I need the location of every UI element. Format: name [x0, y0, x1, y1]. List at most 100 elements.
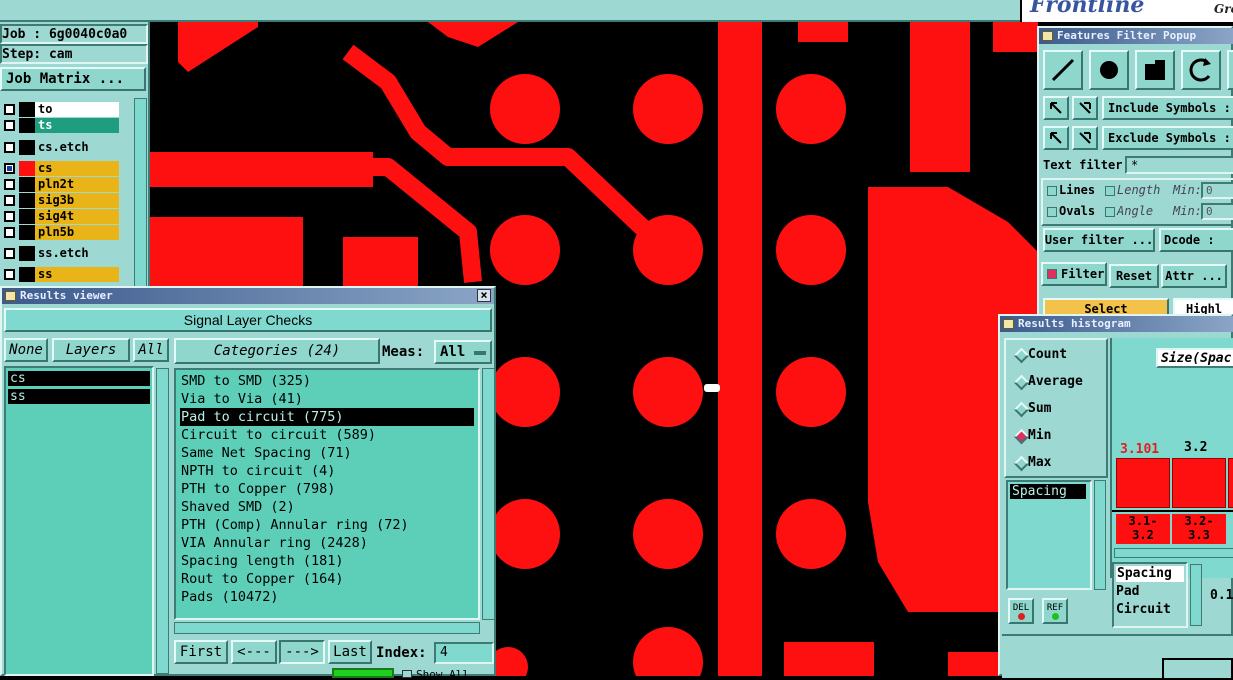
- include-symbols-button[interactable]: Include Symbols :: [1102, 96, 1233, 120]
- category-item[interactable]: Shaved SMD (2): [180, 498, 295, 516]
- show-all-checkbox[interactable]: [402, 670, 412, 678]
- mode-radio[interactable]: [1013, 401, 1030, 418]
- category-item[interactable]: PTH (Comp) Annular ring (72): [180, 516, 409, 534]
- layer-name[interactable]: sig3b: [35, 193, 119, 208]
- prev-button[interactable]: <---: [231, 640, 277, 664]
- results-layer-item[interactable]: ss: [8, 389, 150, 404]
- length-min-input[interactable]: 0: [1201, 182, 1233, 199]
- layer-checkbox[interactable]: [4, 142, 15, 153]
- layer-row[interactable]: sig4t: [2, 209, 120, 224]
- layer-name[interactable]: ss.etch: [35, 246, 119, 261]
- histogram-bar[interactable]: [1116, 458, 1170, 508]
- attr-button[interactable]: Attr ...: [1161, 264, 1227, 288]
- layer-row[interactable]: cs: [2, 161, 120, 176]
- layer-name[interactable]: ts: [35, 118, 119, 133]
- histogram-bar[interactable]: [1228, 458, 1233, 508]
- close-icon[interactable]: ×: [477, 289, 491, 302]
- category-item[interactable]: Rout to Copper (164): [180, 570, 344, 588]
- angle-min-input[interactable]: 0: [1201, 203, 1233, 220]
- layer-name[interactable]: to: [35, 102, 119, 117]
- results-layer-item[interactable]: cs: [8, 371, 150, 386]
- category-item[interactable]: Via to Via (41): [180, 390, 303, 408]
- layer-checkbox[interactable]: [4, 195, 15, 206]
- exclude-arrow2-button[interactable]: [1072, 126, 1098, 150]
- results-layer-scrollbar[interactable]: [156, 368, 169, 674]
- user-filter-button[interactable]: User filter ...: [1043, 228, 1155, 252]
- angle-checkbox[interactable]: [1105, 207, 1115, 217]
- category-item[interactable]: NPTH to circuit (4): [180, 462, 335, 480]
- first-button[interactable]: First: [174, 640, 228, 664]
- text-tool-button[interactable]: [1227, 50, 1233, 90]
- include-arrow2-button[interactable]: [1072, 96, 1098, 120]
- layer-checkbox[interactable]: [4, 104, 15, 115]
- job-matrix-button[interactable]: Job Matrix ...: [0, 67, 146, 91]
- category-item[interactable]: Pad to circuit (775): [180, 408, 474, 426]
- layer-name[interactable]: ss: [35, 267, 119, 282]
- layer-row[interactable]: cs.etch: [2, 140, 120, 155]
- none-button[interactable]: None: [4, 338, 48, 362]
- next-button[interactable]: --->: [279, 640, 325, 664]
- category-list-hscrollbar[interactable]: [174, 622, 480, 634]
- include-arrow-button[interactable]: [1043, 96, 1069, 120]
- layer-name[interactable]: cs: [35, 161, 119, 176]
- layer-row[interactable]: ts: [2, 118, 120, 133]
- layer-row[interactable]: ss: [2, 267, 120, 282]
- layer-checkbox[interactable]: [4, 120, 15, 131]
- layer-checkbox[interactable]: [4, 179, 15, 190]
- layer-name[interactable]: sig4t: [35, 209, 119, 224]
- category-item[interactable]: Circuit to circuit (589): [180, 426, 376, 444]
- layer-checkbox[interactable]: [4, 248, 15, 259]
- category-item[interactable]: Pads (10472): [180, 588, 279, 606]
- line-tool-button[interactable]: [1043, 50, 1083, 90]
- histogram-bar[interactable]: [1172, 458, 1226, 508]
- reset-button[interactable]: Reset: [1109, 264, 1159, 288]
- layer-name[interactable]: pln5b: [35, 225, 119, 240]
- measure-item[interactable]: Spacing: [1010, 484, 1086, 499]
- text-filter-input[interactable]: *: [1125, 156, 1233, 174]
- mode-radio[interactable]: [1013, 347, 1030, 364]
- axis-dropdown[interactable]: Size(Spac: [1156, 348, 1233, 368]
- arc-tool-button[interactable]: [1181, 50, 1221, 90]
- mode-radio[interactable]: [1013, 428, 1030, 445]
- layer-checkbox[interactable]: [4, 163, 15, 174]
- histogram-hscrollbar[interactable]: [1114, 548, 1233, 558]
- length-label: Length: [1117, 183, 1161, 197]
- layer-name[interactable]: pln2t: [35, 177, 119, 192]
- layer-row[interactable]: pln5b: [2, 225, 120, 240]
- ref-button[interactable]: REF: [1042, 598, 1068, 624]
- del-button[interactable]: DEL: [1008, 598, 1034, 624]
- category-item[interactable]: SMD to SMD (325): [180, 372, 311, 390]
- category-item[interactable]: Spacing length (181): [180, 552, 344, 570]
- layer-list-scrollbar[interactable]: [134, 98, 147, 288]
- category-item[interactable]: Same Net Spacing (71): [180, 444, 352, 462]
- pad-tool-button[interactable]: [1089, 50, 1129, 90]
- all-layers-button[interactable]: All: [133, 338, 169, 362]
- exclude-arrow-button[interactable]: [1043, 126, 1069, 150]
- mode-radio[interactable]: [1013, 455, 1030, 472]
- layer-checkbox[interactable]: [4, 269, 15, 280]
- dcode-button[interactable]: Dcode :: [1159, 228, 1233, 252]
- measure-list-scrollbar[interactable]: [1094, 480, 1106, 590]
- category-list-scrollbar[interactable]: [482, 368, 495, 620]
- filter-toggle[interactable]: Filter: [1041, 262, 1107, 286]
- ovals-checkbox[interactable]: [1047, 207, 1057, 217]
- layer-checkbox[interactable]: [4, 227, 15, 238]
- category-item[interactable]: PTH to Copper (798): [180, 480, 335, 498]
- lines-checkbox[interactable]: [1047, 186, 1057, 196]
- last-button[interactable]: Last: [328, 640, 372, 664]
- layer-row[interactable]: ss.etch: [2, 246, 120, 261]
- layer-row[interactable]: pln2t: [2, 177, 120, 192]
- info-scrollbar[interactable]: [1190, 564, 1202, 626]
- meas-dropdown[interactable]: All: [434, 340, 492, 364]
- length-checkbox[interactable]: [1105, 186, 1115, 196]
- layer-row[interactable]: to: [2, 102, 120, 117]
- layer-row[interactable]: sig3b: [2, 193, 120, 208]
- layer-name[interactable]: cs.etch: [35, 140, 119, 155]
- layer-checkbox[interactable]: [4, 211, 15, 222]
- exclude-symbols-button[interactable]: Exclude Symbols :: [1102, 126, 1233, 150]
- index-input[interactable]: 4: [434, 642, 494, 664]
- mode-radio[interactable]: [1013, 374, 1030, 391]
- surface-tool-button[interactable]: [1135, 50, 1175, 90]
- show-next-button[interactable]: [332, 668, 394, 678]
- category-item[interactable]: VIA Annular ring (2428): [180, 534, 368, 552]
